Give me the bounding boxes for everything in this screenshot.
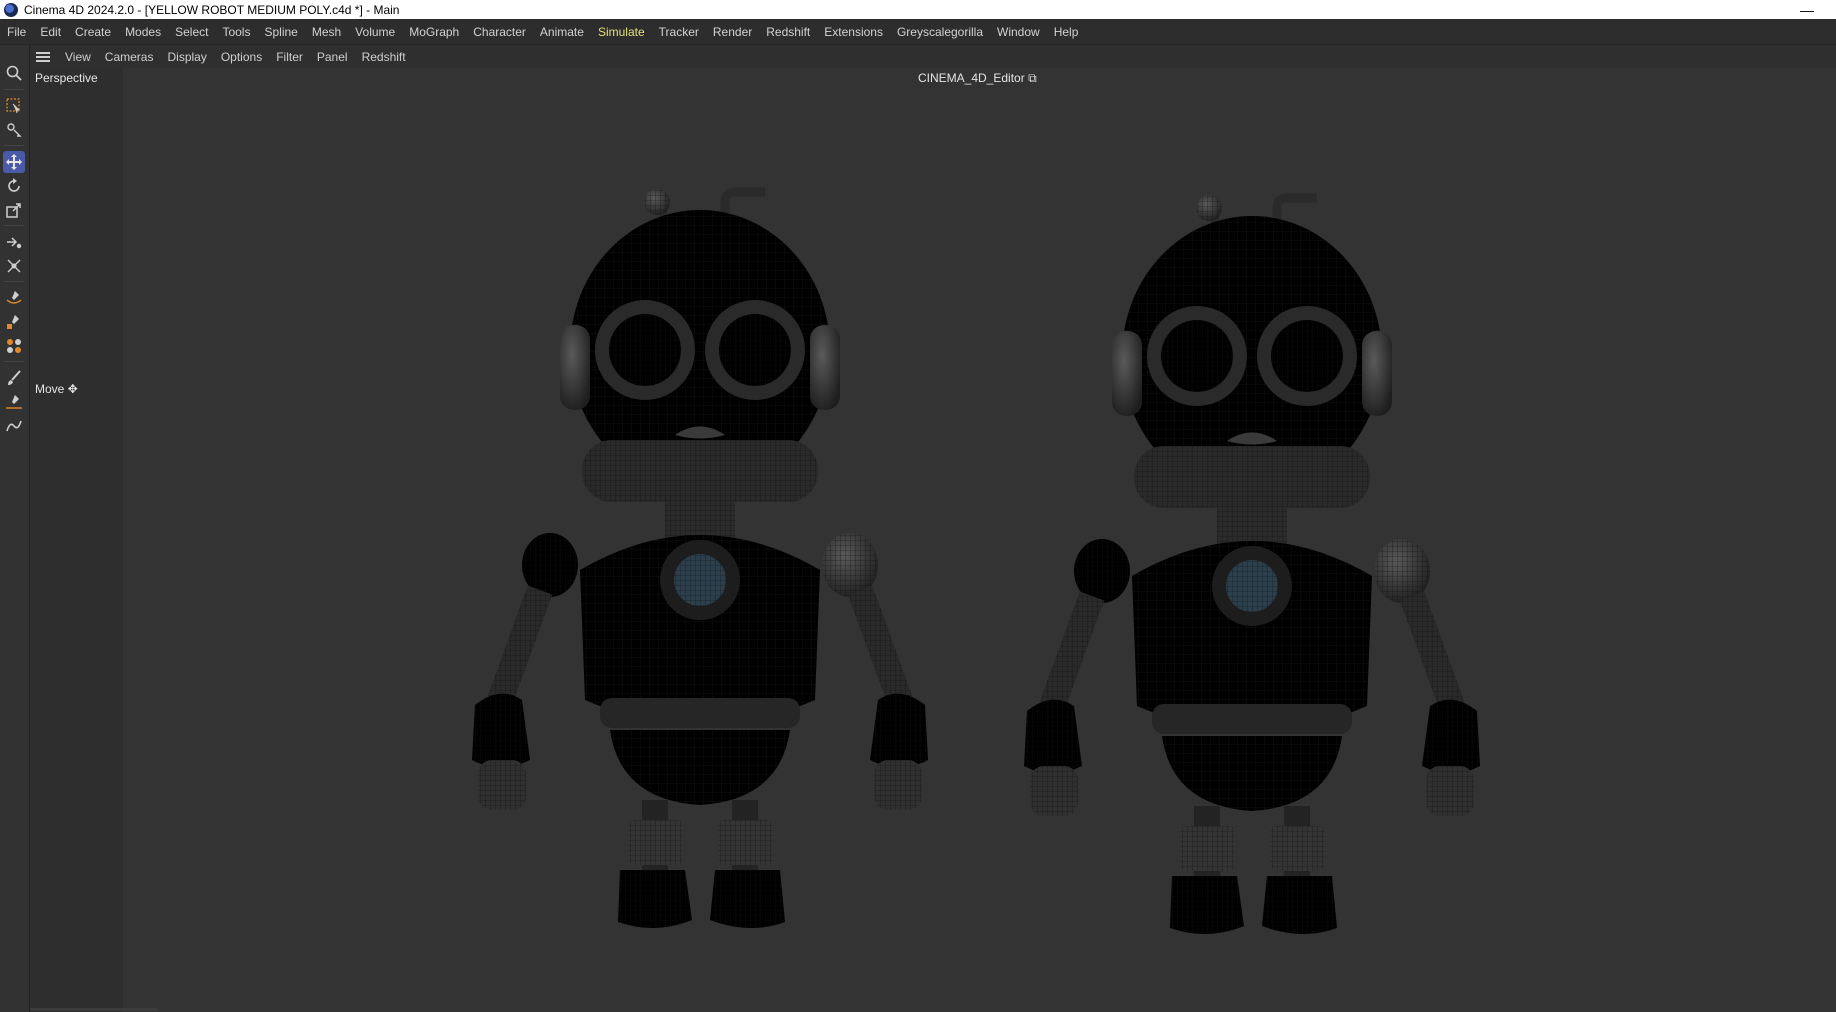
menu-tools[interactable]: Tools (215, 25, 257, 39)
camera-name: CINEMA_4D_Editor (918, 71, 1025, 85)
viewport-menu-bar: View Cameras Display Options Filter Panel Reds… (30, 45, 1836, 68)
menu-greyscalegorilla[interactable]: Greyscalegorilla (890, 25, 990, 39)
camera-icon: ⧉ (1028, 71, 1037, 85)
spline-tool-icon[interactable] (3, 311, 25, 333)
tool-hint-label: Move ✥ (35, 382, 78, 396)
spline-pen-icon[interactable] (3, 287, 25, 309)
viewport-name-label[interactable]: Perspective (35, 71, 98, 85)
viewport-menu-display[interactable]: Display (160, 50, 213, 64)
robot-white-model[interactable]: .w .skin{fill:url(#shadeW)} .w .eye{fill… (472, 189, 928, 928)
selection-icon[interactable] (3, 95, 25, 117)
path-icon[interactable] (3, 415, 25, 437)
viewport-side-panel (30, 68, 123, 1012)
menu-help[interactable]: Help (1047, 25, 1086, 39)
menu-render[interactable]: Render (706, 25, 759, 39)
menu-volume[interactable]: Volume (348, 25, 402, 39)
window-title: Cinema 4D 2024.2.0 - [YELLOW ROBOT MEDIU… (24, 2, 400, 17)
search-icon[interactable] (3, 62, 25, 84)
menu-redshift[interactable]: Redshift (759, 25, 817, 39)
camera-label[interactable]: CINEMA_4D_Editor ⧉ (918, 71, 1037, 86)
snap-icon[interactable] (3, 255, 25, 277)
sketch-icon[interactable] (3, 391, 25, 413)
minimize-button[interactable]: — (1800, 2, 1814, 18)
tool-hint-text: Move (35, 382, 65, 396)
cinema4d-logo-icon (4, 2, 18, 17)
viewport-menu-panel[interactable]: Panel (310, 50, 355, 64)
move-icon[interactable] (3, 151, 25, 173)
menu-spline[interactable]: Spline (257, 25, 304, 39)
menu-select[interactable]: Select (168, 25, 215, 39)
menu-create[interactable]: Create (68, 25, 118, 39)
menu-file[interactable]: File (0, 25, 33, 39)
menu-tracker[interactable]: Tracker (652, 25, 706, 39)
menu-mesh[interactable]: Mesh (305, 25, 348, 39)
tweak-icon[interactable] (3, 119, 25, 141)
viewport-menu-filter[interactable]: Filter (269, 50, 310, 64)
menu-modes[interactable]: Modes (118, 25, 168, 39)
main-menu-bar: File Edit Create Modes Select Tools Spline Mesh… (0, 19, 1836, 45)
menu-character[interactable]: Character (466, 25, 533, 39)
viewport-scrollbar[interactable] (30, 1008, 158, 1011)
scale-icon[interactable] (3, 199, 25, 221)
viewport-menu-icon[interactable] (36, 51, 50, 62)
menu-simulate[interactable]: Simulate (591, 25, 652, 39)
menu-animate[interactable]: Animate (533, 25, 591, 39)
menu-extensions[interactable]: Extensions (817, 25, 890, 39)
tool-palette (0, 45, 30, 1012)
mograph-icon[interactable] (3, 335, 25, 357)
robot-yellow-model[interactable] (1024, 195, 1480, 934)
menu-mograph[interactable]: MoGraph (402, 25, 466, 39)
move-hint-icon: ✥ (67, 382, 78, 396)
menu-edit[interactable]: Edit (33, 25, 68, 39)
title-bar: Cinema 4D 2024.2.0 - [YELLOW ROBOT MEDIU… (0, 0, 1836, 19)
rotate-icon[interactable] (3, 175, 25, 197)
brush-icon[interactable] (3, 367, 25, 389)
scene-render: .w .skin{fill:url(#shadeW)} .w .eye{fill… (430, 180, 1490, 950)
menu-window[interactable]: Window (990, 25, 1047, 39)
viewport-menu-options[interactable]: Options (214, 50, 269, 64)
viewport-menu-cameras[interactable]: Cameras (98, 50, 161, 64)
transfer-icon[interactable] (3, 231, 25, 253)
viewport-menu-redshift[interactable]: Redshift (355, 50, 413, 64)
viewport-menu-view[interactable]: View (58, 50, 98, 64)
